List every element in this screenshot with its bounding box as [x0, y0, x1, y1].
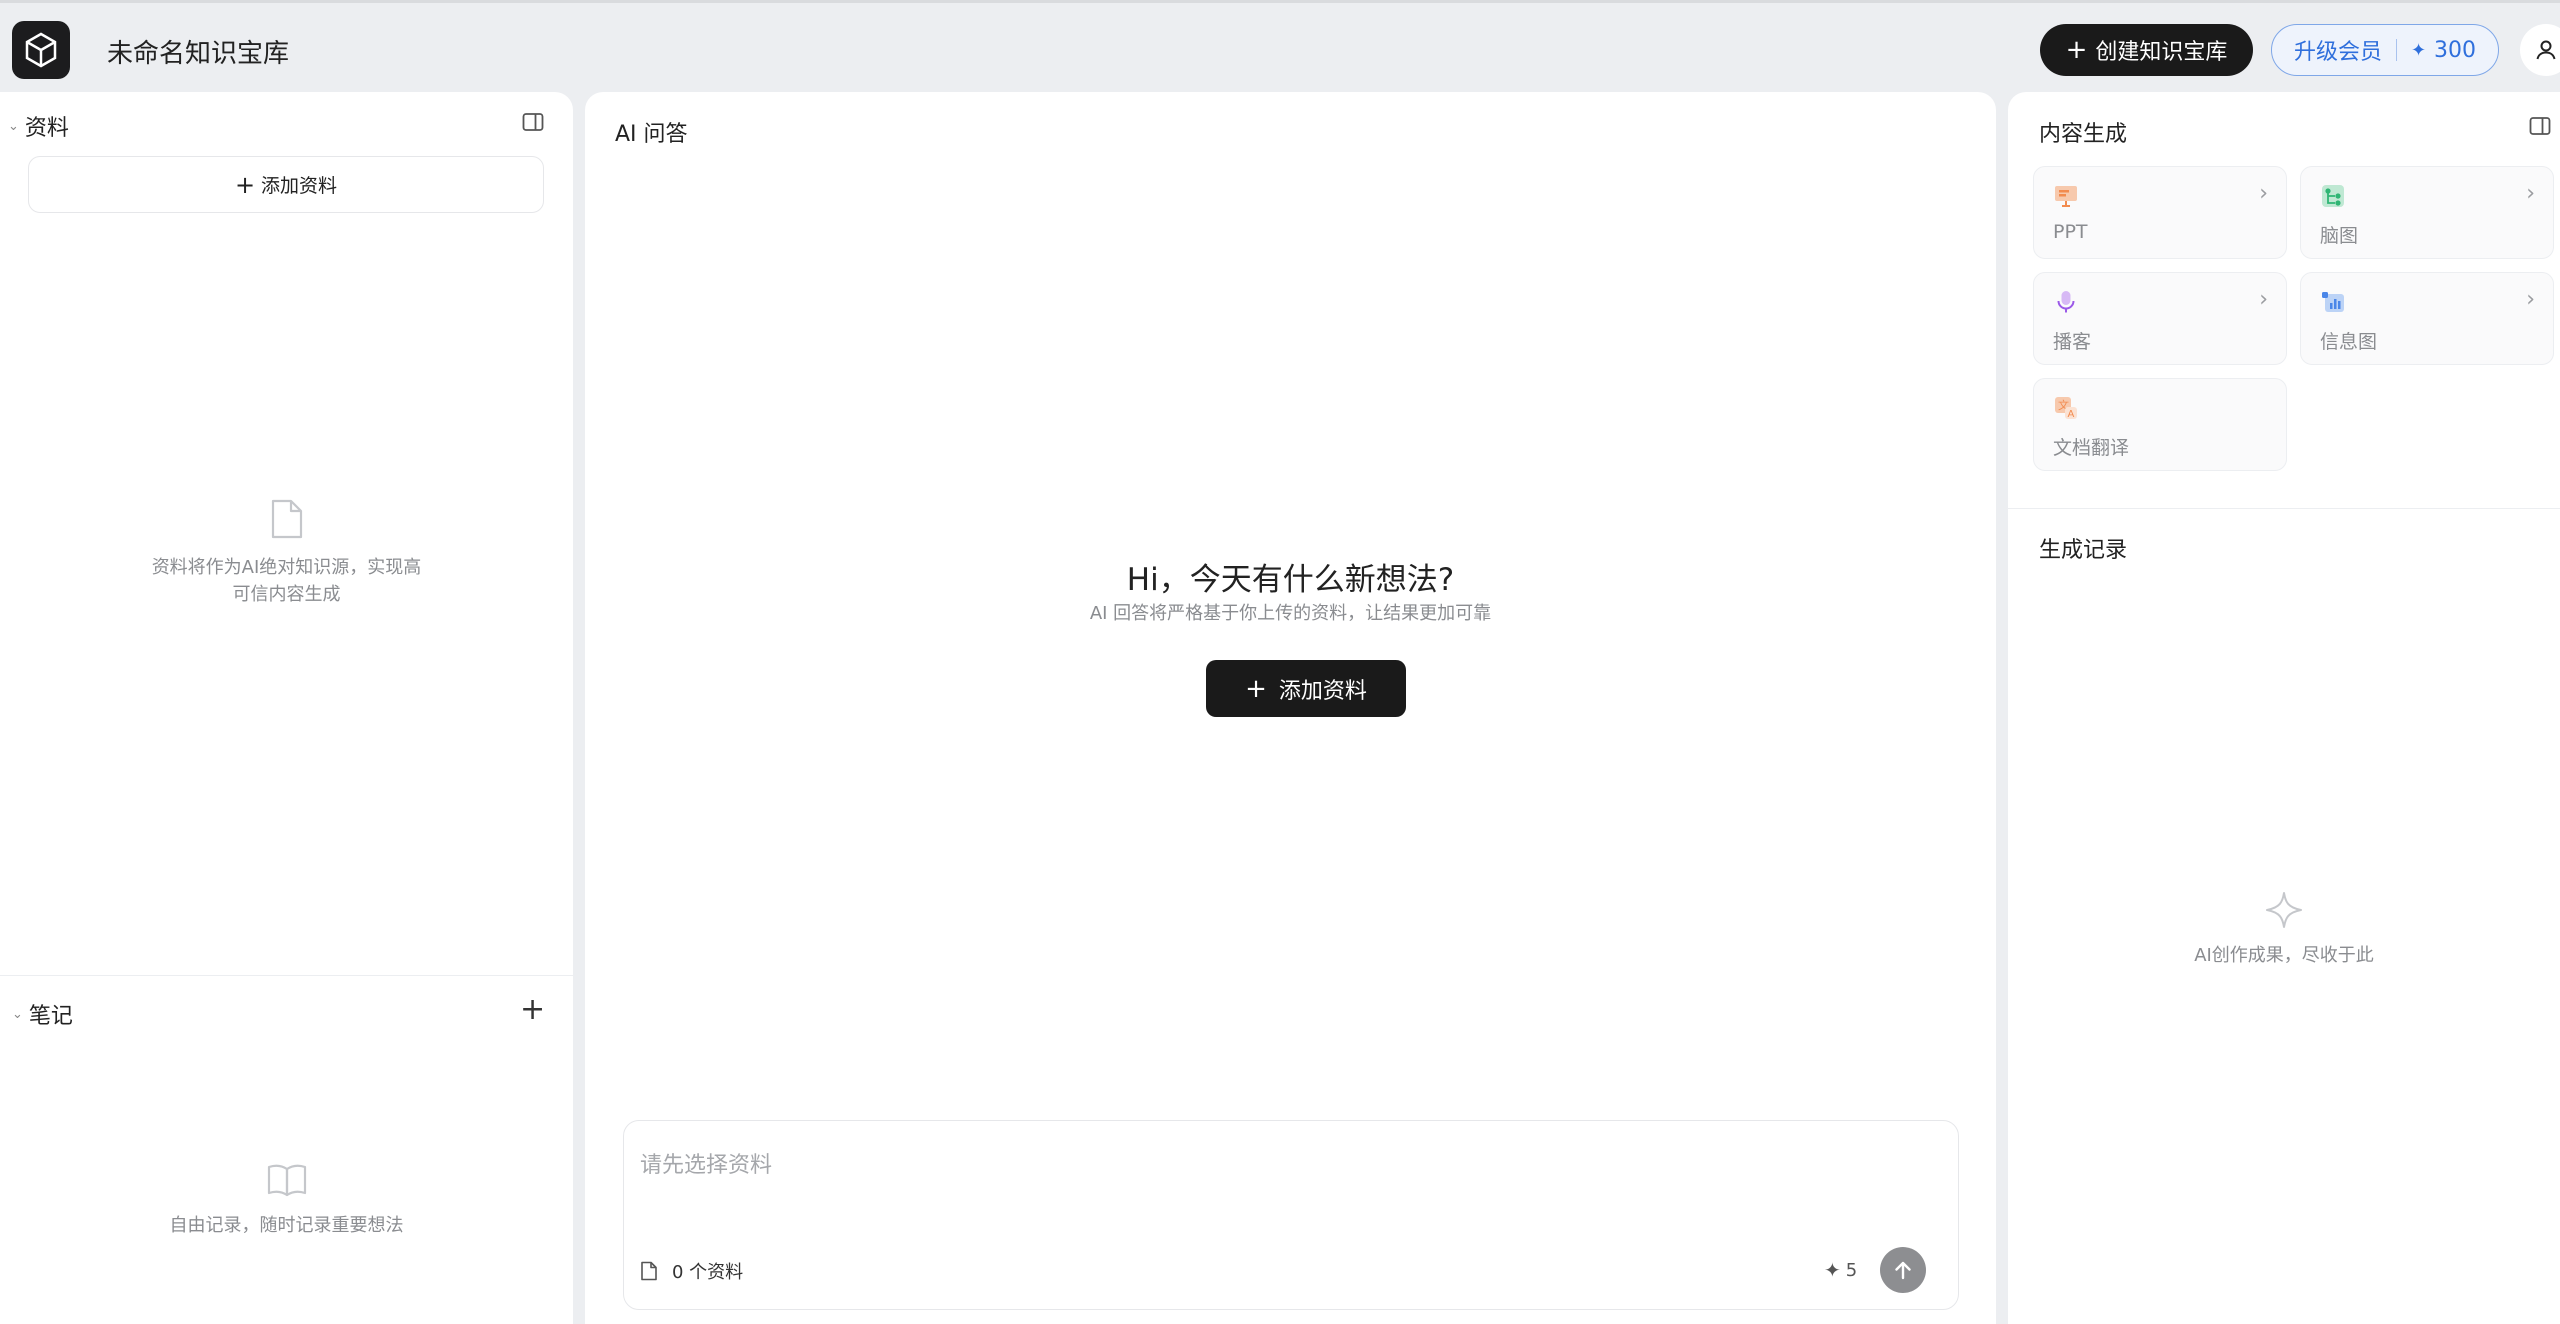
ppt-icon [2055, 186, 2077, 207]
hero-add-source-button[interactable]: + 添加资料 [1206, 660, 1406, 717]
records-title: 生成记录 [2039, 538, 2128, 563]
chevron-down-icon: ⌄ [12, 1006, 23, 1022]
generate-title: 内容生成 [2039, 122, 2128, 147]
hero-add-source-label: 添加资料 [1278, 678, 1367, 704]
plus-icon: + [234, 170, 256, 199]
sparkle-icon: ✦ [1824, 1258, 1841, 1282]
tool-card-mindmap[interactable]: 脑图 › [2300, 166, 2554, 259]
sources-empty-text-1: 资料将作为AI绝对知识源，实现高 [151, 557, 422, 578]
credits-count: 300 [2434, 37, 2477, 63]
sources-empty-text-2: 可信内容生成 [232, 584, 341, 605]
records-empty-state: AI创作成果，尽收于此 [2008, 890, 2560, 969]
tool-card-infographic[interactable]: 信息图 › [2300, 272, 2554, 365]
infographic-icon [2322, 292, 2344, 312]
open-book-icon [267, 1164, 306, 1197]
chevron-right-icon: › [2259, 287, 2268, 312]
cube-logo-icon [25, 32, 57, 68]
content-generation-panel: 内容生成 PPT › 脑图 › 播客 › 信息图 › 文 A 文档翻译 生成记录… [2008, 92, 2560, 1324]
notes-header[interactable]: ⌄ 笔记 [12, 998, 73, 1030]
notes-empty-text: 自由记录，随时记录重要想法 [169, 1215, 404, 1236]
add-note-plus-icon[interactable]: + [520, 995, 545, 1025]
chat-title: AI 问答 [615, 122, 688, 147]
notes-empty-state: 自由记录，随时记录重要想法 [0, 1162, 573, 1239]
plus-icon: + [2065, 35, 2088, 65]
create-knowledge-base-button[interactable]: + 创建知识宝库 [2040, 24, 2253, 76]
records-empty-text: AI创作成果，尽收于此 [2194, 945, 2374, 966]
collapse-panel-icon[interactable] [2529, 116, 2551, 140]
document-icon [641, 1261, 657, 1281]
hero-subtitle: AI 回答将严格基于你上传的资料，让结果更加可靠 [1089, 603, 1492, 624]
svg-text:A: A [2068, 409, 2075, 420]
sources-panel: ⌄ 资料 + 添加资料 资料将作为AI绝对知识源，实现高 可信内容生成 ⌄ 笔记… [0, 92, 573, 1324]
chat-composer: 0 个资料 ✦ 5 [623, 1120, 1959, 1310]
arrow-up-icon [1895, 1261, 1911, 1280]
document-icon [271, 499, 302, 539]
tool-label: 脑图 [2320, 225, 2359, 247]
panel-divider [0, 975, 573, 976]
app-logo[interactable] [12, 21, 70, 79]
ai-chat-panel: AI 问答 Hi，今天有什么新想法? AI 回答将严格基于你上传的资料，让结果更… [585, 92, 1996, 1324]
tool-label: 信息图 [2320, 331, 2378, 353]
source-count-label: 0 个资料 [672, 1262, 744, 1283]
sources-title: 资料 [24, 116, 69, 141]
send-button[interactable] [1880, 1247, 1926, 1293]
user-icon [2536, 40, 2556, 60]
notes-title: 笔记 [28, 1004, 73, 1029]
microphone-icon [2057, 291, 2075, 313]
tool-label: 文档翻译 [2053, 437, 2130, 459]
chevron-right-icon: › [2259, 181, 2268, 206]
top-bar: 未命名知识宝库 + 创建知识宝库 升级会员 ✦ 300 [0, 0, 2560, 92]
chevron-right-icon: › [2526, 287, 2535, 312]
tool-label: 播客 [2053, 331, 2092, 353]
plus-icon: + [1245, 673, 1267, 704]
knowledge-base-title[interactable]: 未命名知识宝库 [107, 33, 289, 70]
query-cost-value: 5 [1845, 1259, 1858, 1281]
sparkle-icon: ✦ [2410, 39, 2427, 61]
add-source-label: 添加资料 [261, 175, 338, 197]
tool-card-ppt[interactable]: PPT › [2033, 166, 2287, 259]
tool-card-podcast[interactable]: 播客 › [2033, 272, 2287, 365]
upgrade-separator [2395, 39, 2397, 61]
upgrade-membership-button[interactable]: 升级会员 ✦ 300 [2271, 24, 2499, 76]
query-cost: ✦ 5 [1824, 1258, 1857, 1282]
selected-sources-indicator[interactable]: 0 个资料 [640, 1258, 743, 1284]
hero-title: Hi，今天有什么新想法? [1126, 562, 1455, 598]
create-button-label: 创建知识宝库 [2095, 40, 2228, 65]
user-avatar-button[interactable] [2520, 24, 2560, 76]
mindmap-icon [2322, 185, 2344, 207]
translate-icon: 文 A [2055, 397, 2077, 420]
panel-divider [2008, 508, 2560, 509]
chat-input[interactable] [640, 1135, 1940, 1195]
tool-label: PPT [2053, 221, 2088, 243]
add-source-button[interactable]: + 添加资料 [28, 156, 544, 213]
chevron-right-icon: › [2526, 181, 2535, 206]
sources-empty-state: 资料将作为AI绝对知识源，实现高 可信内容生成 [0, 498, 573, 608]
chevron-down-icon: ⌄ [8, 118, 19, 134]
upgrade-label: 升级会员 [2293, 40, 2382, 65]
sources-header[interactable]: ⌄ 资料 [8, 110, 69, 142]
tool-card-translate[interactable]: 文 A 文档翻译 [2033, 378, 2287, 471]
collapse-panel-icon[interactable] [522, 112, 544, 136]
sparkle-outline-icon [2266, 892, 2302, 928]
